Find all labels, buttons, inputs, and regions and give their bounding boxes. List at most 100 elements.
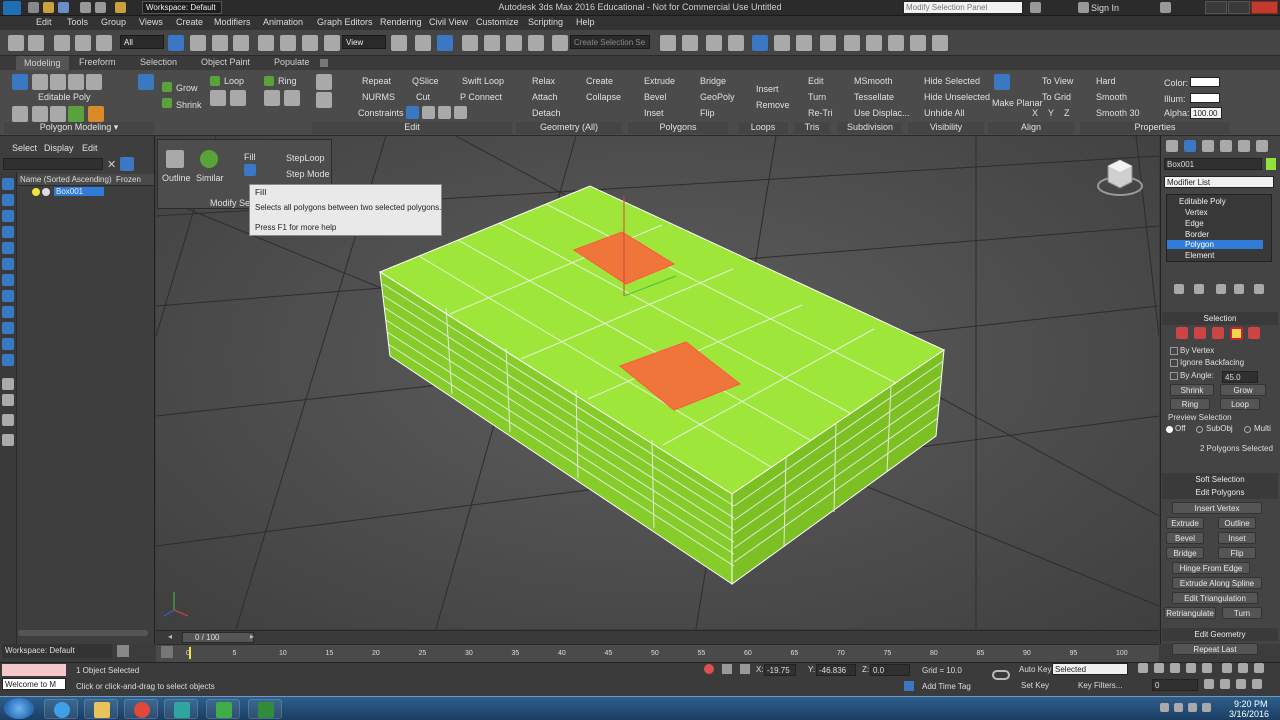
lightbulb-icon[interactable] bbox=[32, 188, 40, 196]
y-coordinate-input[interactable] bbox=[816, 664, 856, 676]
align-x-button[interactable]: X bbox=[1032, 108, 1038, 118]
align-y-button[interactable]: Y bbox=[1048, 108, 1054, 118]
create-tab-icon[interactable] bbox=[1166, 140, 1178, 152]
tris-retri-button[interactable]: Re-Tri bbox=[808, 108, 833, 118]
material-editor-icon[interactable] bbox=[820, 35, 836, 51]
time-slider-handle[interactable]: 0 / 100 bbox=[182, 632, 254, 643]
cp-inset-button[interactable]: Inset bbox=[1218, 532, 1256, 544]
close-button[interactable] bbox=[1251, 1, 1278, 14]
display-none-icon[interactable] bbox=[2, 178, 14, 190]
use-displace-button[interactable]: Use Displac... bbox=[854, 108, 910, 118]
tray-network-icon[interactable] bbox=[1188, 703, 1197, 712]
explorer-scrollbar[interactable] bbox=[18, 630, 148, 636]
collapse-button[interactable]: Collapse bbox=[586, 92, 621, 102]
polygon-mode-icon[interactable] bbox=[86, 74, 102, 90]
layer-manager-icon[interactable] bbox=[706, 35, 722, 51]
edit-triangulation-button[interactable]: Edit Triangulation bbox=[1172, 592, 1258, 604]
pin-stack-icon[interactable] bbox=[1174, 284, 1184, 294]
fill-button[interactable]: Fill bbox=[244, 152, 256, 162]
named-selection-dropdown[interactable]: Create Selection Se bbox=[570, 35, 650, 49]
menu-group[interactable]: Group bbox=[101, 17, 126, 27]
cut-button[interactable]: Cut bbox=[416, 92, 430, 102]
render-iterative-icon[interactable] bbox=[910, 35, 926, 51]
taskbar-app-3[interactable] bbox=[164, 699, 198, 719]
bevel-button[interactable]: Bevel bbox=[644, 92, 667, 102]
select-link-icon[interactable] bbox=[54, 35, 70, 51]
display-invert-icon[interactable] bbox=[2, 394, 14, 406]
percent-snap-icon[interactable] bbox=[506, 35, 522, 51]
geopoly-button[interactable]: GeoPoly bbox=[700, 92, 735, 102]
display-lights-icon[interactable] bbox=[2, 226, 14, 238]
cp-bevel-button[interactable]: Bevel bbox=[1166, 532, 1204, 544]
tris-turn-button[interactable]: Turn bbox=[808, 92, 826, 102]
place-icon[interactable] bbox=[324, 35, 340, 51]
prev-frame-icon[interactable] bbox=[1154, 663, 1164, 673]
sign-in-link[interactable]: Sign In bbox=[1091, 3, 1119, 13]
taskbar-chrome[interactable] bbox=[124, 699, 158, 719]
alpha-input[interactable] bbox=[1190, 107, 1222, 119]
attach-button[interactable]: Attach bbox=[532, 92, 558, 102]
ribbon-toggle-icon[interactable] bbox=[752, 35, 768, 51]
stack-element[interactable]: Element bbox=[1185, 251, 1214, 260]
walk-through-icon[interactable] bbox=[1252, 679, 1262, 689]
preserve-uvs-icon[interactable] bbox=[68, 106, 84, 122]
use-soft-selection-icon[interactable] bbox=[32, 106, 48, 122]
render-production-icon[interactable] bbox=[888, 35, 904, 51]
ring-mode-icon[interactable] bbox=[264, 90, 280, 106]
scene-explorer-icon[interactable] bbox=[728, 35, 744, 51]
mini-curve-toggle-icon[interactable] bbox=[161, 646, 173, 658]
clock-date[interactable]: 3/16/2016 bbox=[1229, 709, 1269, 719]
clear-search-icon[interactable]: ✕ bbox=[107, 158, 116, 171]
align-icon[interactable] bbox=[682, 35, 698, 51]
display-none2-icon[interactable] bbox=[2, 414, 14, 426]
preview-subobj-radio[interactable] bbox=[1196, 426, 1203, 433]
repeat-button[interactable]: Repeat bbox=[362, 76, 391, 86]
object-color-swatch[interactable] bbox=[1266, 158, 1276, 170]
geometry-bar[interactable]: Geometry (All) bbox=[516, 122, 622, 134]
make-planar-button[interactable]: Make Planar bbox=[992, 98, 1043, 108]
extrude-button[interactable]: Extrude bbox=[644, 76, 675, 86]
object-visible-icon[interactable] bbox=[42, 188, 50, 196]
show-end-result-icon[interactable] bbox=[12, 106, 28, 122]
taskbar-ie[interactable] bbox=[44, 699, 78, 719]
insert-button[interactable]: Insert bbox=[756, 84, 779, 94]
sel-edge-icon[interactable] bbox=[1194, 327, 1206, 339]
prev-frame-arrow[interactable]: ◂ bbox=[168, 632, 172, 641]
start-button[interactable] bbox=[4, 698, 34, 719]
relax-button[interactable]: Relax bbox=[532, 76, 555, 86]
render-setup-icon[interactable] bbox=[844, 35, 860, 51]
display-xrefs-icon[interactable] bbox=[2, 306, 14, 318]
field-of-view-icon[interactable] bbox=[1238, 663, 1248, 673]
selection-lock-icon[interactable] bbox=[722, 664, 732, 674]
tray-flag-icon[interactable] bbox=[1174, 703, 1183, 712]
mirror-icon[interactable] bbox=[660, 35, 676, 51]
undo-tool-icon[interactable] bbox=[8, 35, 24, 51]
ribbon-options-icon[interactable] bbox=[320, 59, 328, 67]
display-cameras-icon[interactable] bbox=[2, 242, 14, 254]
edit-polygons-rollout-header[interactable]: Edit Polygons bbox=[1162, 486, 1278, 499]
menu-graph-editors[interactable]: Graph Editors bbox=[317, 17, 373, 27]
menu-modifiers[interactable]: Modifiers bbox=[214, 17, 251, 27]
menu-animation[interactable]: Animation bbox=[263, 17, 303, 27]
configure-sets-icon[interactable] bbox=[1254, 284, 1264, 294]
scene-menu-display[interactable]: Display bbox=[44, 143, 74, 153]
hinge-from-edge-button[interactable]: Hinge From Edge bbox=[1172, 562, 1250, 574]
display-groups-icon[interactable] bbox=[2, 290, 14, 302]
menu-create[interactable]: Create bbox=[176, 17, 203, 27]
minimize-button[interactable] bbox=[1205, 1, 1227, 14]
hierarchy-tab-icon[interactable] bbox=[1202, 140, 1214, 152]
viewcube-icon[interactable] bbox=[1097, 159, 1143, 196]
align-bar[interactable]: Align bbox=[988, 122, 1074, 134]
msmooth-button[interactable]: MSmooth bbox=[854, 76, 893, 86]
edit-geometry-rollout-header[interactable]: Edit Geometry bbox=[1162, 628, 1278, 641]
cp-extrude-button[interactable]: Extrude bbox=[1166, 517, 1204, 529]
tray-volume-icon[interactable] bbox=[1202, 703, 1211, 712]
menu-help[interactable]: Help bbox=[576, 17, 595, 27]
go-to-end-icon[interactable] bbox=[1202, 663, 1212, 673]
hide-selected-button[interactable]: Hide Selected bbox=[924, 76, 980, 86]
sel-vertex-icon[interactable] bbox=[1176, 327, 1188, 339]
ignore-backfacing-row[interactable]: Ignore Backfacing bbox=[1166, 358, 1272, 371]
scene-menu-edit[interactable]: Edit bbox=[82, 143, 98, 153]
subdivision-bar[interactable]: Subdivision bbox=[838, 122, 902, 134]
add-time-tag-button[interactable]: Add Time Tag bbox=[922, 682, 971, 691]
